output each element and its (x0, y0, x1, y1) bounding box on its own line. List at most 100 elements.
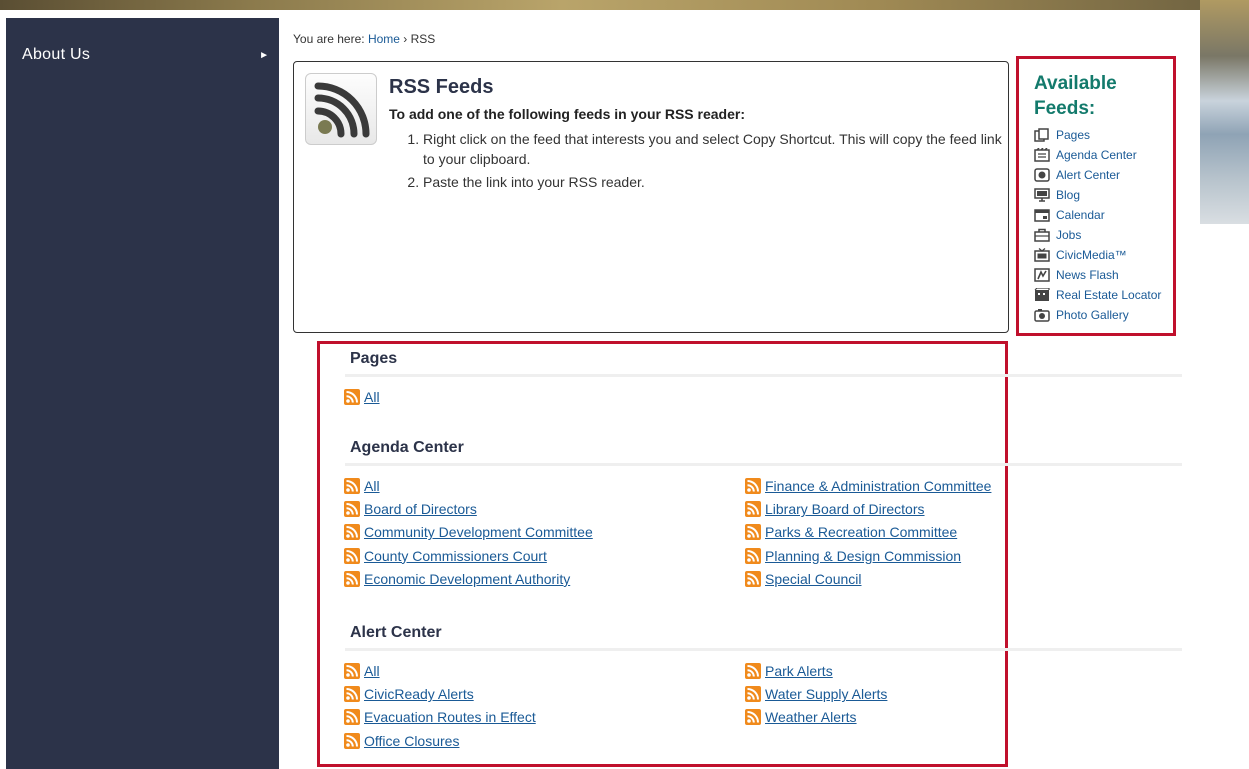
rss-feed-label: Parks & Recreation Committee (765, 524, 958, 541)
rss-feed-label: Weather Alerts (765, 709, 857, 726)
rss-feed-icon (344, 524, 360, 541)
rss-feed-link[interactable]: Evacuation Routes in Effect (344, 709, 536, 726)
feed-link-news-flash[interactable]: News Flash (1034, 265, 1173, 285)
rss-feed-label: Special Council (765, 570, 862, 587)
feed-link-calendar[interactable]: Calendar (1034, 205, 1173, 225)
rss-feed-label: All (364, 389, 380, 405)
rss-feed-link[interactable]: Library Board of Directors (745, 501, 925, 518)
feed-link-jobs[interactable]: Jobs (1034, 225, 1173, 245)
civicmedia-icon (1034, 248, 1050, 262)
feed-listing: Pages All Agenda Center All Board of Directo… (317, 341, 1182, 767)
available-feeds-title: Available Feeds: (1034, 71, 1173, 121)
section-divider (345, 463, 1182, 466)
feed-link-alert-center[interactable]: Alert Center (1034, 165, 1173, 185)
rss-feed-icon (745, 478, 761, 494)
rss-intro-text: To add one of the following feeds in you… (389, 106, 745, 122)
available-feeds-title-line2: Feeds: (1034, 98, 1096, 119)
news-flash-icon (1034, 268, 1050, 282)
rss-feed-link[interactable]: Economic Development Authority (344, 570, 571, 587)
feed-link-photo-gallery[interactable]: Photo Gallery (1034, 305, 1173, 325)
rss-feed-link[interactable]: Community Development Committee (344, 524, 593, 541)
feed-link-label: Calendar (1056, 208, 1105, 222)
rss-feed-label: Board of Directors (364, 501, 477, 518)
background-landscape-right (1200, 0, 1249, 224)
rss-instruction-step: Right click on the feed that interests y… (423, 129, 1003, 169)
chevron-right-icon: ► (259, 49, 269, 61)
rss-feed-link[interactable]: All (344, 663, 380, 679)
breadcrumb: You are here: Home › RSS (293, 32, 435, 46)
jobs-icon (1034, 228, 1050, 242)
rss-feed-link[interactable]: Special Council (745, 570, 862, 587)
rss-feed-label: Community Development Committee (364, 524, 593, 541)
rss-feed-link[interactable]: Board of Directors (344, 501, 477, 518)
breadcrumb-home-link[interactable]: Home (368, 32, 400, 46)
rss-feed-icon (344, 570, 360, 587)
real-estate-locator-icon (1034, 288, 1050, 301)
rss-feed-icon (745, 709, 761, 726)
sidebar-item-about-us[interactable]: About Us ► (6, 40, 279, 70)
breadcrumb-prefix: You are here: (293, 32, 368, 46)
available-feeds-panel: Available Feeds: Pages Agenda Center Ale… (1016, 56, 1176, 336)
rss-feed-icon (344, 501, 360, 518)
rss-feed-icon (745, 570, 761, 587)
rss-feed-icon (344, 478, 360, 494)
page-title: RSS Feeds (389, 76, 494, 98)
rss-feed-link[interactable]: Water Supply Alerts (745, 686, 887, 703)
section-divider (345, 374, 1182, 377)
rss-feed-icon (745, 686, 761, 703)
sidebar: About Us ► (6, 18, 279, 769)
feed-link-label: News Flash (1056, 268, 1119, 282)
rss-feed-icon (745, 524, 761, 541)
rss-feed-link[interactable]: Planning & Design Commission (745, 547, 962, 564)
rss-feed-link[interactable]: Weather Alerts (745, 709, 857, 726)
sidebar-item-label: About Us (22, 46, 91, 63)
rss-feed-label: Evacuation Routes in Effect (364, 709, 536, 726)
rss-feed-icon (344, 709, 360, 726)
rss-feed-icon (344, 686, 360, 703)
rss-feed-link[interactable]: Parks & Recreation Committee (745, 524, 958, 541)
section-heading-alert: Alert Center (350, 624, 442, 641)
feed-link-label: Real Estate Locator (1056, 288, 1162, 302)
rss-feed-icon (344, 732, 360, 749)
rss-feed-icon (745, 547, 761, 564)
feed-link-label: CivicMedia™ (1056, 248, 1127, 262)
pages-icon (1034, 128, 1049, 142)
rss-feed-label: Park Alerts (765, 663, 833, 679)
breadcrumb-separator: › (399, 32, 411, 46)
feed-link-label: Alert Center (1056, 168, 1121, 182)
rss-feed-link[interactable]: All (344, 389, 380, 405)
rss-feed-icon (745, 663, 761, 679)
main-content: You are here: Home › RSS RSS Feeds To ad… (279, 10, 1200, 769)
rss-feed-label: Office Closures (364, 732, 460, 749)
feed-link-real-estate-locator[interactable]: Real Estate Locator (1034, 285, 1173, 305)
rss-feed-icon (344, 389, 360, 405)
rss-logo-icon (305, 73, 377, 145)
rss-feed-icon (344, 547, 360, 564)
rss-feed-link[interactable]: Finance & Administration Committee (745, 478, 991, 494)
rss-feed-label: Economic Development Authority (364, 570, 571, 587)
breadcrumb-current: RSS (410, 32, 436, 46)
feed-link-pages[interactable]: Pages (1034, 125, 1173, 145)
feed-link-label: Jobs (1056, 228, 1082, 242)
rss-feed-link[interactable]: Park Alerts (745, 663, 833, 679)
rss-feed-link[interactable]: Office Closures (344, 732, 460, 749)
rss-feed-label: County Commissioners Court (364, 547, 547, 564)
rss-instruction-step: Paste the link into your RSS reader. (423, 172, 1003, 192)
section-heading-pages: Pages (350, 350, 398, 367)
rss-feed-link[interactable]: CivicReady Alerts (344, 686, 474, 703)
feed-link-civicmedia[interactable]: CivicMedia™ (1034, 245, 1173, 265)
section-divider (345, 648, 1182, 651)
rss-feed-link[interactable]: All (344, 478, 380, 494)
feed-link-label: Blog (1056, 188, 1081, 202)
rss-feed-link[interactable]: County Commissioners Court (344, 547, 547, 564)
rss-feed-icon (344, 663, 360, 679)
background-landscape-top (0, 0, 1249, 10)
alert-center-icon (1034, 168, 1050, 182)
agenda-center-icon (1034, 148, 1050, 162)
feed-link-blog[interactable]: Blog (1034, 185, 1173, 205)
rss-feed-label: Planning & Design Commission (765, 547, 962, 564)
feed-link-label: Photo Gallery (1056, 308, 1129, 322)
rss-feed-label: Finance & Administration Committee (765, 478, 992, 494)
photo-gallery-icon (1034, 309, 1050, 322)
feed-link-agenda-center[interactable]: Agenda Center (1034, 145, 1173, 165)
